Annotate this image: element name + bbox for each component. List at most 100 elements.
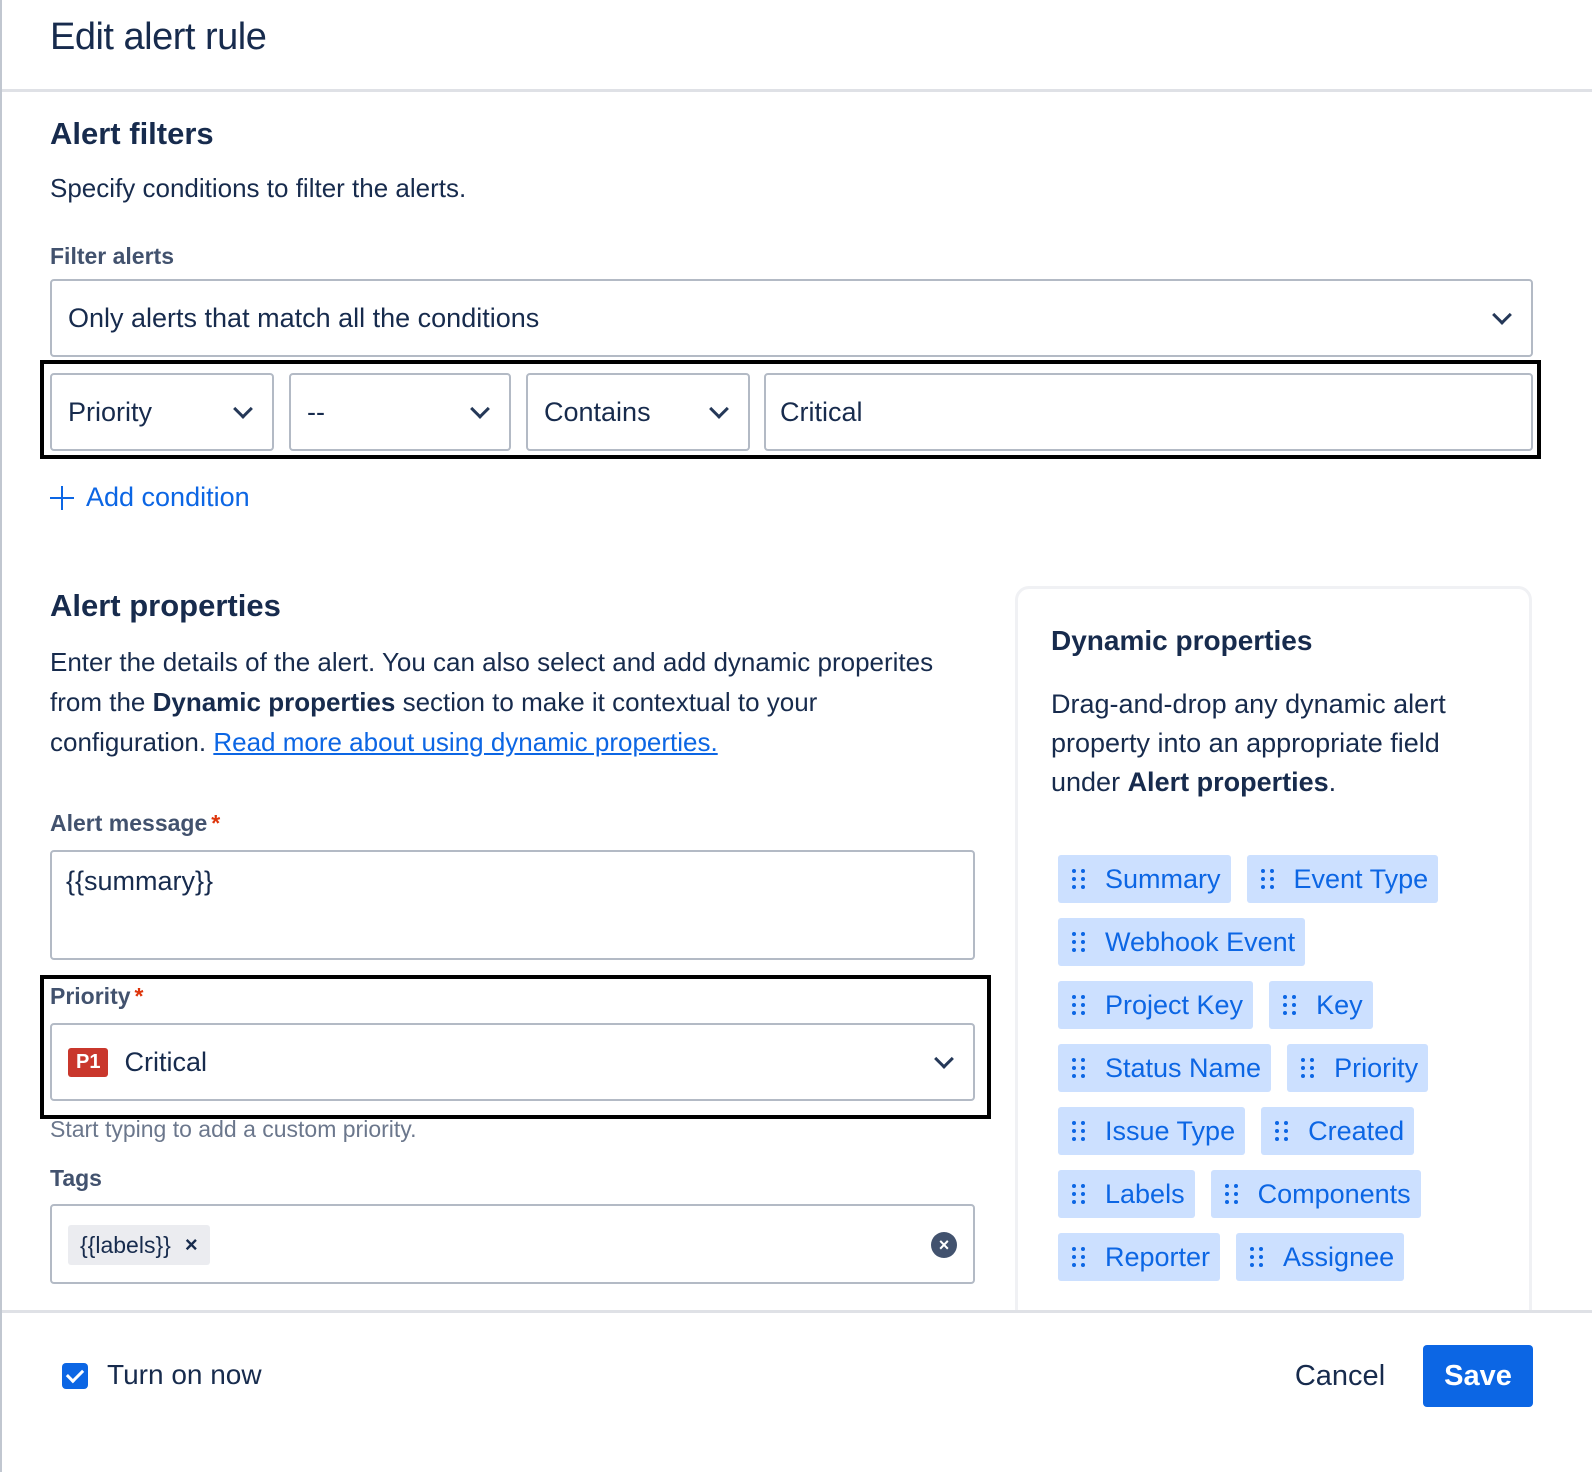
plus-icon [50, 485, 74, 510]
condition-field-value: Priority [68, 396, 153, 427]
condition-operator-value: Contains [544, 396, 651, 427]
priority-label-text: Priority [50, 983, 131, 1009]
dynamic-property-chip[interactable]: Summary [1058, 855, 1231, 903]
dynamic-property-chip[interactable]: Priority [1287, 1044, 1429, 1092]
chip-row: Status Name Priority [1058, 1044, 1528, 1092]
cancel-button[interactable]: Cancel [1270, 1345, 1410, 1407]
dynamic-property-chip[interactable]: Reporter [1058, 1233, 1221, 1281]
add-condition-button[interactable]: Add condition [50, 482, 250, 513]
dynamic-property-chip[interactable]: Event Type [1246, 855, 1439, 903]
chevron-down-icon [709, 399, 729, 419]
alert-filters-description: Specify conditions to filter the alerts. [50, 173, 467, 203]
dialog-header: Edit alert rule [2, 0, 1592, 92]
alert-message-label: Alert message * [50, 810, 220, 837]
drag-handle-icon [1072, 869, 1085, 889]
chip-label: Labels [1105, 1178, 1185, 1209]
chip-label: Key [1316, 989, 1363, 1020]
alert-properties-description: Enter the details of the alert. You can … [50, 642, 970, 762]
tags-input[interactable]: {{labels}} × × [50, 1204, 975, 1284]
drag-handle-icon [1260, 869, 1274, 889]
chip-row: Summary Event Type [1058, 855, 1528, 903]
dynamic-properties-description: Drag-and-drop any dynamic alert property… [1051, 685, 1511, 802]
chip-label: Summary [1105, 863, 1221, 894]
clear-icon[interactable]: × [931, 1232, 957, 1258]
remove-tag-icon[interactable]: × [185, 1232, 198, 1258]
chip-label: Event Type [1293, 863, 1429, 894]
filter-alerts-select[interactable]: Only alerts that match all the condition… [50, 279, 1533, 357]
drag-handle-icon [1072, 995, 1085, 1015]
dynamic-properties-title: Dynamic properties [1051, 625, 1313, 656]
dynamic-properties-link[interactable]: Read more about using dynamic properties… [213, 727, 717, 757]
dynamic-properties-panel: Dynamic properties Drag-and-drop any dyn… [1015, 586, 1532, 1332]
tag-chip-label: {{labels}} [80, 1231, 171, 1258]
chip-label: Assignee [1283, 1241, 1395, 1272]
turn-on-label[interactable]: Turn on now [107, 1359, 262, 1391]
chip-label: Reporter [1105, 1241, 1211, 1272]
alert-message-label-text: Alert message [50, 810, 208, 836]
dynamic-property-chip[interactable]: Assignee [1236, 1233, 1405, 1281]
condition-value-text: Critical [780, 396, 863, 427]
chip-row: Issue Type Created [1058, 1107, 1528, 1155]
priority-helper-text: Start typing to add a custom priority. [50, 1116, 417, 1142]
filter-alerts-label: Filter alerts [50, 243, 174, 269]
required-marker: * [211, 810, 221, 836]
dyn-desc-bold: Alert properties [1127, 767, 1329, 797]
desc-bold: Dynamic properties [152, 687, 396, 717]
condition-qualifier-select[interactable]: -- [289, 373, 511, 451]
alert-message-field[interactable]: {{summary}} [50, 850, 975, 960]
priority-select[interactable]: P1 Critical [50, 1023, 975, 1101]
chip-label: Project Key [1105, 989, 1244, 1020]
drag-handle-icon [1250, 1247, 1264, 1267]
drag-handle-icon [1301, 1058, 1315, 1078]
dialog-body[interactable]: Alert filters Specify conditions to filt… [2, 92, 1592, 1332]
drag-handle-icon [1072, 1247, 1085, 1267]
alert-filters-title: Alert filters [50, 116, 214, 151]
priority-label: Priority * [50, 983, 143, 1010]
dynamic-property-chip[interactable]: Created [1261, 1107, 1415, 1155]
tags-label: Tags [50, 1165, 102, 1191]
chip-row: Labels Components [1058, 1170, 1528, 1218]
chip-label: Webhook Event [1105, 926, 1296, 957]
dynamic-property-chip[interactable]: Labels [1058, 1170, 1195, 1218]
chevron-down-icon [1492, 305, 1512, 325]
condition-field-select[interactable]: Priority [50, 373, 274, 451]
filter-alerts-value: Only alerts that match all the condition… [68, 302, 540, 333]
edit-alert-rule-dialog: Edit alert rule Alert filters Specify co… [0, 0, 1592, 1472]
chip-row: Webhook Event [1058, 918, 1528, 966]
chip-row: Project Key Key [1058, 981, 1528, 1029]
tag-chip: {{labels}} × [68, 1225, 210, 1265]
turn-on-checkbox[interactable] [62, 1363, 88, 1389]
save-button[interactable]: Save [1423, 1345, 1533, 1407]
condition-value-input[interactable]: Critical [764, 373, 1533, 451]
required-marker: * [134, 983, 144, 1009]
chip-label: Issue Type [1105, 1115, 1236, 1146]
alert-properties-title: Alert properties [50, 588, 281, 623]
drag-handle-icon [1283, 995, 1297, 1015]
dynamic-property-chip[interactable]: Webhook Event [1058, 918, 1306, 966]
drag-handle-icon [1072, 1184, 1085, 1204]
condition-qualifier-value: -- [307, 396, 325, 427]
dyn-desc-text-2: . [1328, 767, 1337, 797]
dynamic-property-chip[interactable]: Project Key [1058, 981, 1254, 1029]
dynamic-property-chip[interactable]: Components [1210, 1170, 1421, 1218]
add-condition-label: Add condition [86, 482, 250, 512]
page-title: Edit alert rule [50, 16, 267, 58]
chevron-down-icon [934, 1049, 954, 1069]
drag-handle-icon [1072, 932, 1085, 952]
condition-operator-select[interactable]: Contains [526, 373, 750, 451]
priority-badge: P1 [68, 1047, 109, 1077]
chip-label: Components [1257, 1178, 1411, 1209]
drag-handle-icon [1072, 1121, 1085, 1141]
dynamic-property-chip[interactable]: Key [1269, 981, 1373, 1029]
drag-handle-icon [1072, 1058, 1085, 1078]
chip-row: Reporter Assignee [1058, 1233, 1528, 1281]
dialog-footer: Turn on now Cancel Save [2, 1310, 1592, 1472]
drag-handle-icon [1224, 1184, 1238, 1204]
dynamic-property-chip[interactable]: Status Name [1058, 1044, 1272, 1092]
chevron-down-icon [470, 399, 490, 419]
dynamic-property-chips: Summary Event Type Webhook Event Project Ke… [1058, 855, 1528, 1296]
chip-label: Status Name [1105, 1052, 1262, 1083]
chevron-down-icon [233, 399, 253, 419]
dynamic-property-chip[interactable]: Issue Type [1058, 1107, 1246, 1155]
chip-label: Created [1308, 1115, 1405, 1146]
